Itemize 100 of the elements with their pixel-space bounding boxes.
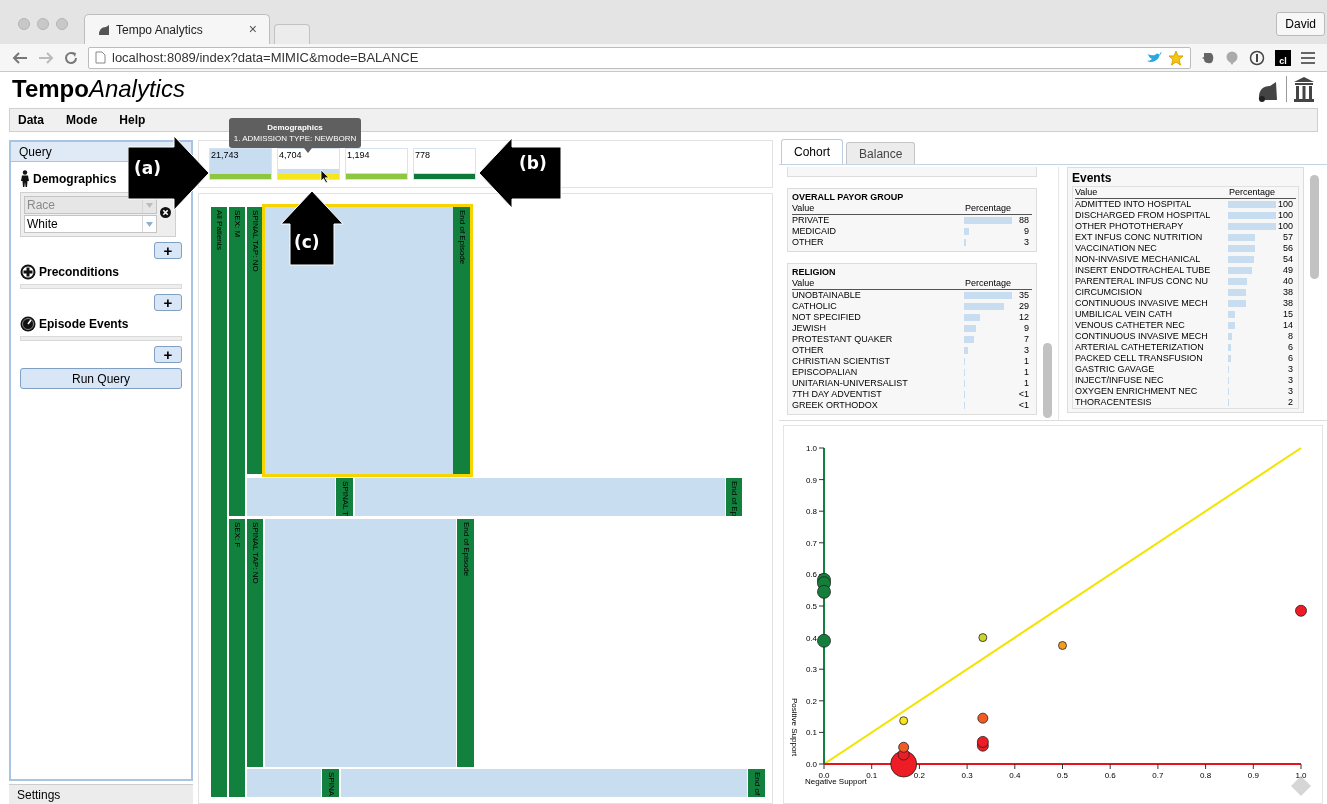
app-logo: TempoAnalytics	[12, 74, 185, 104]
table-cell-text: NOT SPECIFIED	[792, 312, 862, 323]
speech-bubble-icon[interactable]	[1225, 50, 1239, 65]
table-cell-text: 7TH DAY ADVENTIST	[792, 389, 883, 400]
add-button[interactable]: +	[154, 242, 182, 259]
tab[interactable]: Cohort	[781, 139, 844, 164]
clock-icon	[20, 316, 36, 332]
percentage-bar	[1228, 333, 1232, 340]
star-icon[interactable]	[1168, 49, 1184, 66]
browser-tab[interactable]: Tempo Analytics ×	[84, 14, 270, 44]
table-cell-text: 2	[1287, 397, 1294, 408]
cohort-thumbnail[interactable]: 1,194	[345, 148, 408, 180]
percentage-bar	[1228, 234, 1256, 241]
column-header: Value	[792, 278, 816, 289]
back-icon[interactable]	[12, 51, 28, 64]
event-bar[interactable]: End of Episode	[453, 207, 470, 474]
table-cell-text: 100	[1276, 221, 1294, 232]
add-button[interactable]: +	[154, 294, 182, 311]
count-label: 778	[415, 149, 431, 162]
table-cell-text: 88	[1018, 215, 1030, 226]
table-cell-text: OXYGEN ENRICHMENT NEC	[1075, 386, 1199, 397]
table-cell-text: <1	[1017, 400, 1030, 411]
table-cell-text: CIRCUMCISION	[1075, 287, 1143, 298]
menu-item[interactable]: Data	[18, 111, 44, 129]
cohort-thumbnail[interactable]: 21,743	[209, 148, 272, 180]
table-cell-text: INJECT/INFUSE NEC	[1075, 375, 1165, 386]
section-title: Demographics	[33, 171, 117, 188]
event-bar[interactable]: SPINAL T	[336, 478, 353, 516]
event-bar[interactable]: End of	[748, 769, 765, 797]
tick-label: 1.0	[805, 444, 817, 453]
menu-item[interactable]: Mode	[66, 111, 98, 129]
extension-badge[interactable]: cl	[1275, 49, 1291, 66]
percentage-bar	[1228, 355, 1231, 362]
table-cell-text: 54	[1282, 254, 1294, 265]
settings-bar[interactable]: Settings	[9, 784, 193, 804]
table-cell-text: OTHER PHOTOTHERAPY	[1075, 221, 1185, 232]
tooltip-title: Demographics	[267, 122, 323, 133]
percentage-bar	[964, 228, 969, 235]
event-bar[interactable]: End of Episode	[457, 519, 474, 767]
scrollbar-thumb[interactable]	[1043, 343, 1052, 418]
table-title: OVERALL PAYOR GROUP	[792, 192, 905, 203]
percentage-bar	[1228, 322, 1235, 329]
tick-label: 0.1	[805, 728, 817, 738]
event-bar[interactable]: SPINAL TAP: NO	[247, 519, 263, 767]
new-tab-button[interactable]	[274, 24, 310, 44]
table-cell-text: GASTRIC GAVAGE	[1075, 364, 1156, 375]
window-control[interactable]	[56, 18, 68, 30]
table-cell-text: CONTINUOUS INVASIVE MECH	[1075, 298, 1209, 309]
table-cell-text: 3	[1023, 237, 1030, 248]
tick-label: 0.2	[805, 696, 817, 706]
cohort-thumbnail[interactable]: 4,704	[277, 148, 340, 180]
table-title: RELIGION	[792, 267, 837, 278]
event-bar[interactable]: SEX: F	[229, 519, 245, 797]
table-cell-text: 49	[1282, 265, 1294, 276]
percentage-bar	[1228, 344, 1231, 351]
reload-icon[interactable]	[64, 50, 78, 65]
building-icon	[1293, 76, 1315, 102]
add-button[interactable]: +	[154, 346, 182, 363]
select-field[interactable]: White	[24, 215, 157, 233]
table-cell-text: 100	[1276, 210, 1294, 221]
table-cell-text: 100	[1276, 199, 1294, 210]
user-button[interactable]: David	[1276, 12, 1325, 36]
table-cell-text: 14	[1282, 320, 1294, 331]
table-cell-text: CHRISTIAN SCIENTIST	[792, 356, 891, 367]
forward-icon[interactable]	[38, 51, 54, 64]
percentage-bar	[964, 292, 1012, 299]
tick-label: 0.5	[805, 602, 817, 611]
close-icon[interactable]: ×	[248, 19, 257, 40]
run-query-button[interactable]: Run Query	[20, 368, 182, 389]
address-field[interactable]: localhost:8089/index?data=MIMIC&mode=BALANCE	[88, 46, 1191, 69]
percentage-bar	[1228, 256, 1254, 263]
table-cell-text: 15	[1282, 309, 1294, 320]
event-bar[interactable]: SEX: M	[229, 207, 245, 516]
event-bar[interactable]: All Patients	[211, 207, 227, 797]
table-cell-text: 6	[1287, 342, 1294, 353]
percentage-bar	[1228, 201, 1276, 208]
info-icon[interactable]	[1249, 49, 1265, 66]
menu-icon[interactable]	[1301, 51, 1315, 64]
page-icon	[95, 51, 106, 64]
table-cell-text: 9	[1023, 226, 1030, 237]
axis-title: Positive Support	[790, 698, 799, 757]
tab-title: Tempo Analytics	[116, 21, 204, 39]
count-label: 21,743	[211, 149, 239, 162]
tab[interactable]: Balance	[846, 142, 916, 164]
percentage-bar	[1228, 278, 1248, 285]
percentage-bar	[1228, 289, 1247, 296]
bird-icon[interactable]	[1146, 50, 1162, 65]
tick-label: 0.3	[961, 771, 973, 780]
scrollbar-thumb[interactable]	[1310, 175, 1319, 279]
menu-item[interactable]: Help	[119, 111, 146, 129]
event-bar[interactable]: SPINA	[322, 769, 339, 797]
percentage-bar	[964, 303, 1004, 310]
event-bar[interactable]: SPINAL TAP: NO	[247, 207, 263, 474]
tick-label: 0.7	[1152, 771, 1164, 780]
window-control[interactable]	[37, 18, 49, 30]
table-cell-text: 3	[1023, 345, 1030, 356]
remove-icon[interactable]	[160, 207, 171, 218]
window-control[interactable]	[18, 18, 30, 30]
event-bar[interactable]: End of Ep	[726, 478, 742, 516]
cohort-thumbnail[interactable]: 778	[413, 148, 476, 180]
